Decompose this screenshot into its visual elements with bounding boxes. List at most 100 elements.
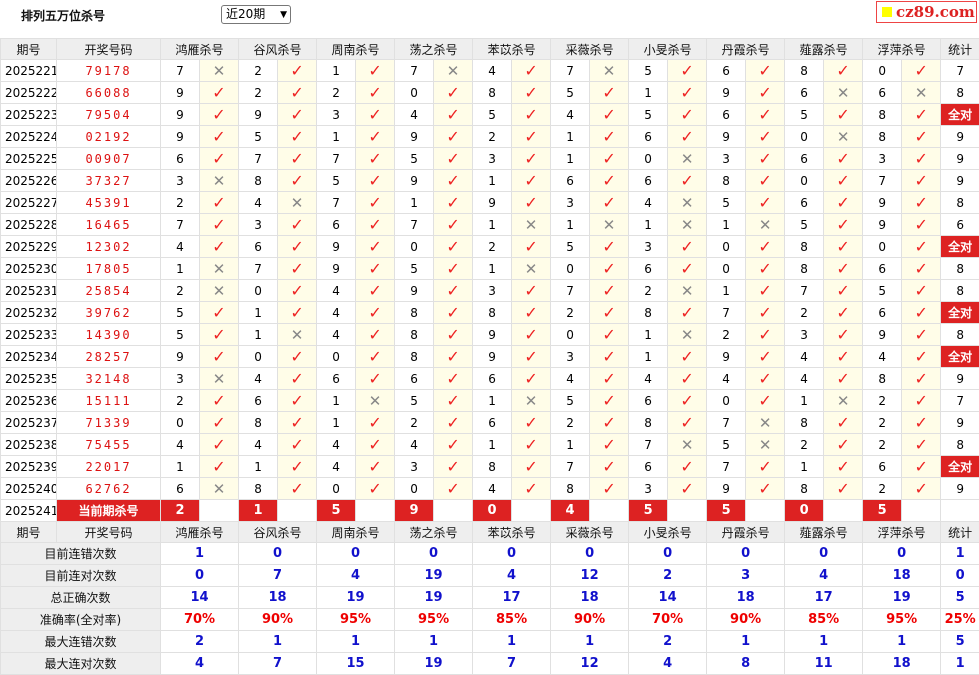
kill-number: 3 [161,170,200,192]
row-count: 9 [941,412,979,434]
check-icon: ✓ [824,456,863,478]
table-row: 2025232397625✓1✓4✓8✓8✓2✓8✓7✓2✓6✓全对 [1,302,979,324]
check-mark: ✓ [836,435,849,454]
check-icon: ✓ [200,104,239,126]
stat-value: 85% [473,609,551,631]
column-header: 开奖号码 [57,39,161,60]
stat-value: 1 [473,631,551,653]
stat-value: 1 [785,631,863,653]
check-mark: ✓ [290,171,303,190]
check-icon: ✓ [278,104,317,126]
cross-icon: ✕ [824,82,863,104]
check-mark: ✓ [602,325,615,344]
stat-value: 0 [317,543,395,565]
check-mark: ✓ [290,149,303,168]
cross-icon: ✕ [590,60,629,82]
current-kill-value: 5 [317,500,356,522]
kill-number: 7 [317,192,356,214]
check-mark: ✓ [680,369,693,388]
kill-number: 2 [317,82,356,104]
draw-number: 15111 [57,390,161,412]
check-mark: ✓ [212,193,225,212]
stat-value: 17 [473,587,551,609]
check-mark: ✓ [680,479,693,498]
issue-number: 2025232 [1,302,57,324]
check-mark: ✓ [368,215,381,234]
kill-number: 6 [473,368,512,390]
check-icon: ✓ [512,280,551,302]
stat-value: 0 [395,543,473,565]
kill-number: 8 [473,302,512,324]
stat-value: 70% [629,609,707,631]
draw-number: 37327 [57,170,161,192]
draw-number: 00907 [57,148,161,170]
kill-number: 5 [161,302,200,324]
check-mark: ✓ [758,237,771,256]
check-mark: ✓ [290,215,303,234]
table-row: 2025238754554✓4✓4✓4✓1✓1✓7✕5✕2✓2✓8 [1,434,979,456]
check-icon: ✓ [902,280,941,302]
issue-number: 2025235 [1,368,57,390]
kill-number: 4 [317,434,356,456]
kill-number: 2 [161,390,200,412]
check-mark: ✓ [212,215,225,234]
kill-number: 9 [707,82,746,104]
cross-icon: ✕ [668,434,707,456]
check-mark: ✓ [446,413,459,432]
stat-value: 0 [863,543,941,565]
stat-value: 14 [629,587,707,609]
check-icon: ✓ [278,456,317,478]
check-icon: ✓ [668,258,707,280]
stat-value: 18 [707,587,785,609]
header-row: 期号开奖号码鸿雁杀号谷风杀号周南杀号荡之杀号苯苡杀号采薇杀号小旻杀号丹霞杀号薤露… [1,522,979,543]
cross-icon: ✕ [200,478,239,500]
stat-value: 1 [707,631,785,653]
issue-number: 2025223 [1,104,57,126]
check-mark: ✓ [290,105,303,124]
column-header: 周南杀号 [317,39,395,60]
cross-mark: ✕ [603,216,616,234]
period-select[interactable]: 近20期▼ [221,5,291,24]
check-icon: ✓ [356,368,395,390]
kill-number: 6 [473,412,512,434]
site-logo[interactable]: cz89.com [876,1,977,23]
check-mark: ✓ [758,457,771,476]
check-icon: ✓ [668,456,707,478]
check-mark: ✓ [290,61,303,80]
check-mark: ✓ [836,479,849,498]
cross-icon: ✕ [668,324,707,346]
check-icon: ✓ [590,192,629,214]
check-mark: ✓ [914,237,927,256]
stat-value: 0 [161,565,239,587]
check-mark: ✓ [914,149,927,168]
check-mark: ✓ [680,237,693,256]
table-row: 2025240627626✕8✓0✓0✓4✓8✓3✓9✓8✓2✓9 [1,478,979,500]
check-icon: ✓ [668,346,707,368]
check-mark: ✓ [758,303,771,322]
check-mark: ✓ [524,149,537,168]
check-mark: ✓ [914,325,927,344]
column-header: 采薇杀号 [551,39,629,60]
cross-icon: ✕ [668,192,707,214]
kill-number: 3 [785,324,824,346]
check-icon: ✓ [590,148,629,170]
current-kill-value: 0 [473,500,512,522]
current-kill-spacer [278,500,317,522]
kill-number: 6 [239,236,278,258]
check-mark: ✓ [914,105,927,124]
column-header: 采薇杀号 [551,522,629,543]
check-icon: ✓ [902,170,941,192]
kill-number: 6 [707,104,746,126]
check-icon: ✓ [590,302,629,324]
kill-number: 3 [395,456,434,478]
stat-row: 最大连错次数21111121115 [1,631,979,653]
check-icon: ✓ [824,324,863,346]
check-icon: ✓ [746,280,785,302]
column-header: 苯苡杀号 [473,522,551,543]
column-header: 统计 [941,522,979,543]
draw-number: 62762 [57,478,161,500]
cross-mark: ✕ [837,84,850,102]
issue-number: 2025225 [1,148,57,170]
check-mark: ✓ [914,303,927,322]
stat-value: 85% [785,609,863,631]
